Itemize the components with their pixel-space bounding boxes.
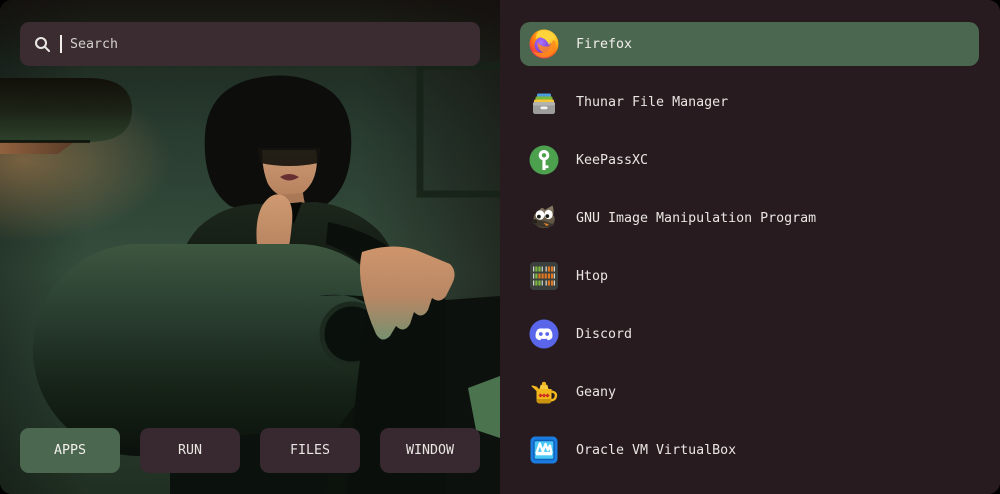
app-label: Geany (576, 385, 616, 400)
app-row-thunar[interactable]: Thunar File Manager (520, 80, 979, 124)
app-label: Firefox (576, 37, 632, 52)
mode-button-apps[interactable]: APPS (20, 428, 120, 473)
text-cursor (60, 35, 62, 53)
app-row-keepassxc[interactable]: KeePassXC (520, 138, 979, 182)
mode-button-files[interactable]: FILES (260, 428, 360, 473)
mode-button-run[interactable]: RUN (140, 428, 240, 473)
geany-icon (528, 376, 560, 408)
app-list-panel: Firefox Thunar File Manager (500, 0, 1000, 494)
keepassxc-icon (528, 144, 560, 176)
app-row-discord[interactable]: Discord (520, 312, 979, 356)
app-row-virtualbox[interactable]: Oracle VM VirtualBox (520, 428, 979, 472)
app-label: Discord (576, 327, 632, 342)
app-label: Thunar File Manager (576, 95, 728, 110)
search-bar[interactable] (20, 22, 480, 66)
app-row-geany[interactable]: Geany (520, 370, 979, 414)
mode-button-window[interactable]: WINDOW (380, 428, 480, 473)
app-row-gimp[interactable]: GNU Image Manipulation Program (520, 196, 979, 240)
htop-icon (528, 260, 560, 292)
app-label: Oracle VM VirtualBox (576, 443, 736, 458)
search-input[interactable] (70, 37, 466, 52)
discord-icon (528, 318, 560, 350)
gimp-icon (528, 202, 560, 234)
app-row-firefox[interactable]: Firefox (520, 22, 979, 66)
app-label: Htop (576, 269, 608, 284)
thunar-icon (528, 86, 560, 118)
search-icon (34, 36, 51, 53)
app-label: KeePassXC (576, 153, 648, 168)
app-label: GNU Image Manipulation Program (576, 211, 816, 226)
wallpaper-illustration (0, 0, 500, 494)
launcher-left-panel: APPS RUN FILES WINDOW (0, 0, 500, 494)
firefox-icon (528, 28, 560, 60)
virtualbox-icon (528, 434, 560, 466)
app-row-htop[interactable]: Htop (520, 254, 979, 298)
app-launcher-window: APPS RUN FILES WINDOW (0, 0, 1000, 494)
mode-switcher: APPS RUN FILES WINDOW (20, 428, 480, 473)
